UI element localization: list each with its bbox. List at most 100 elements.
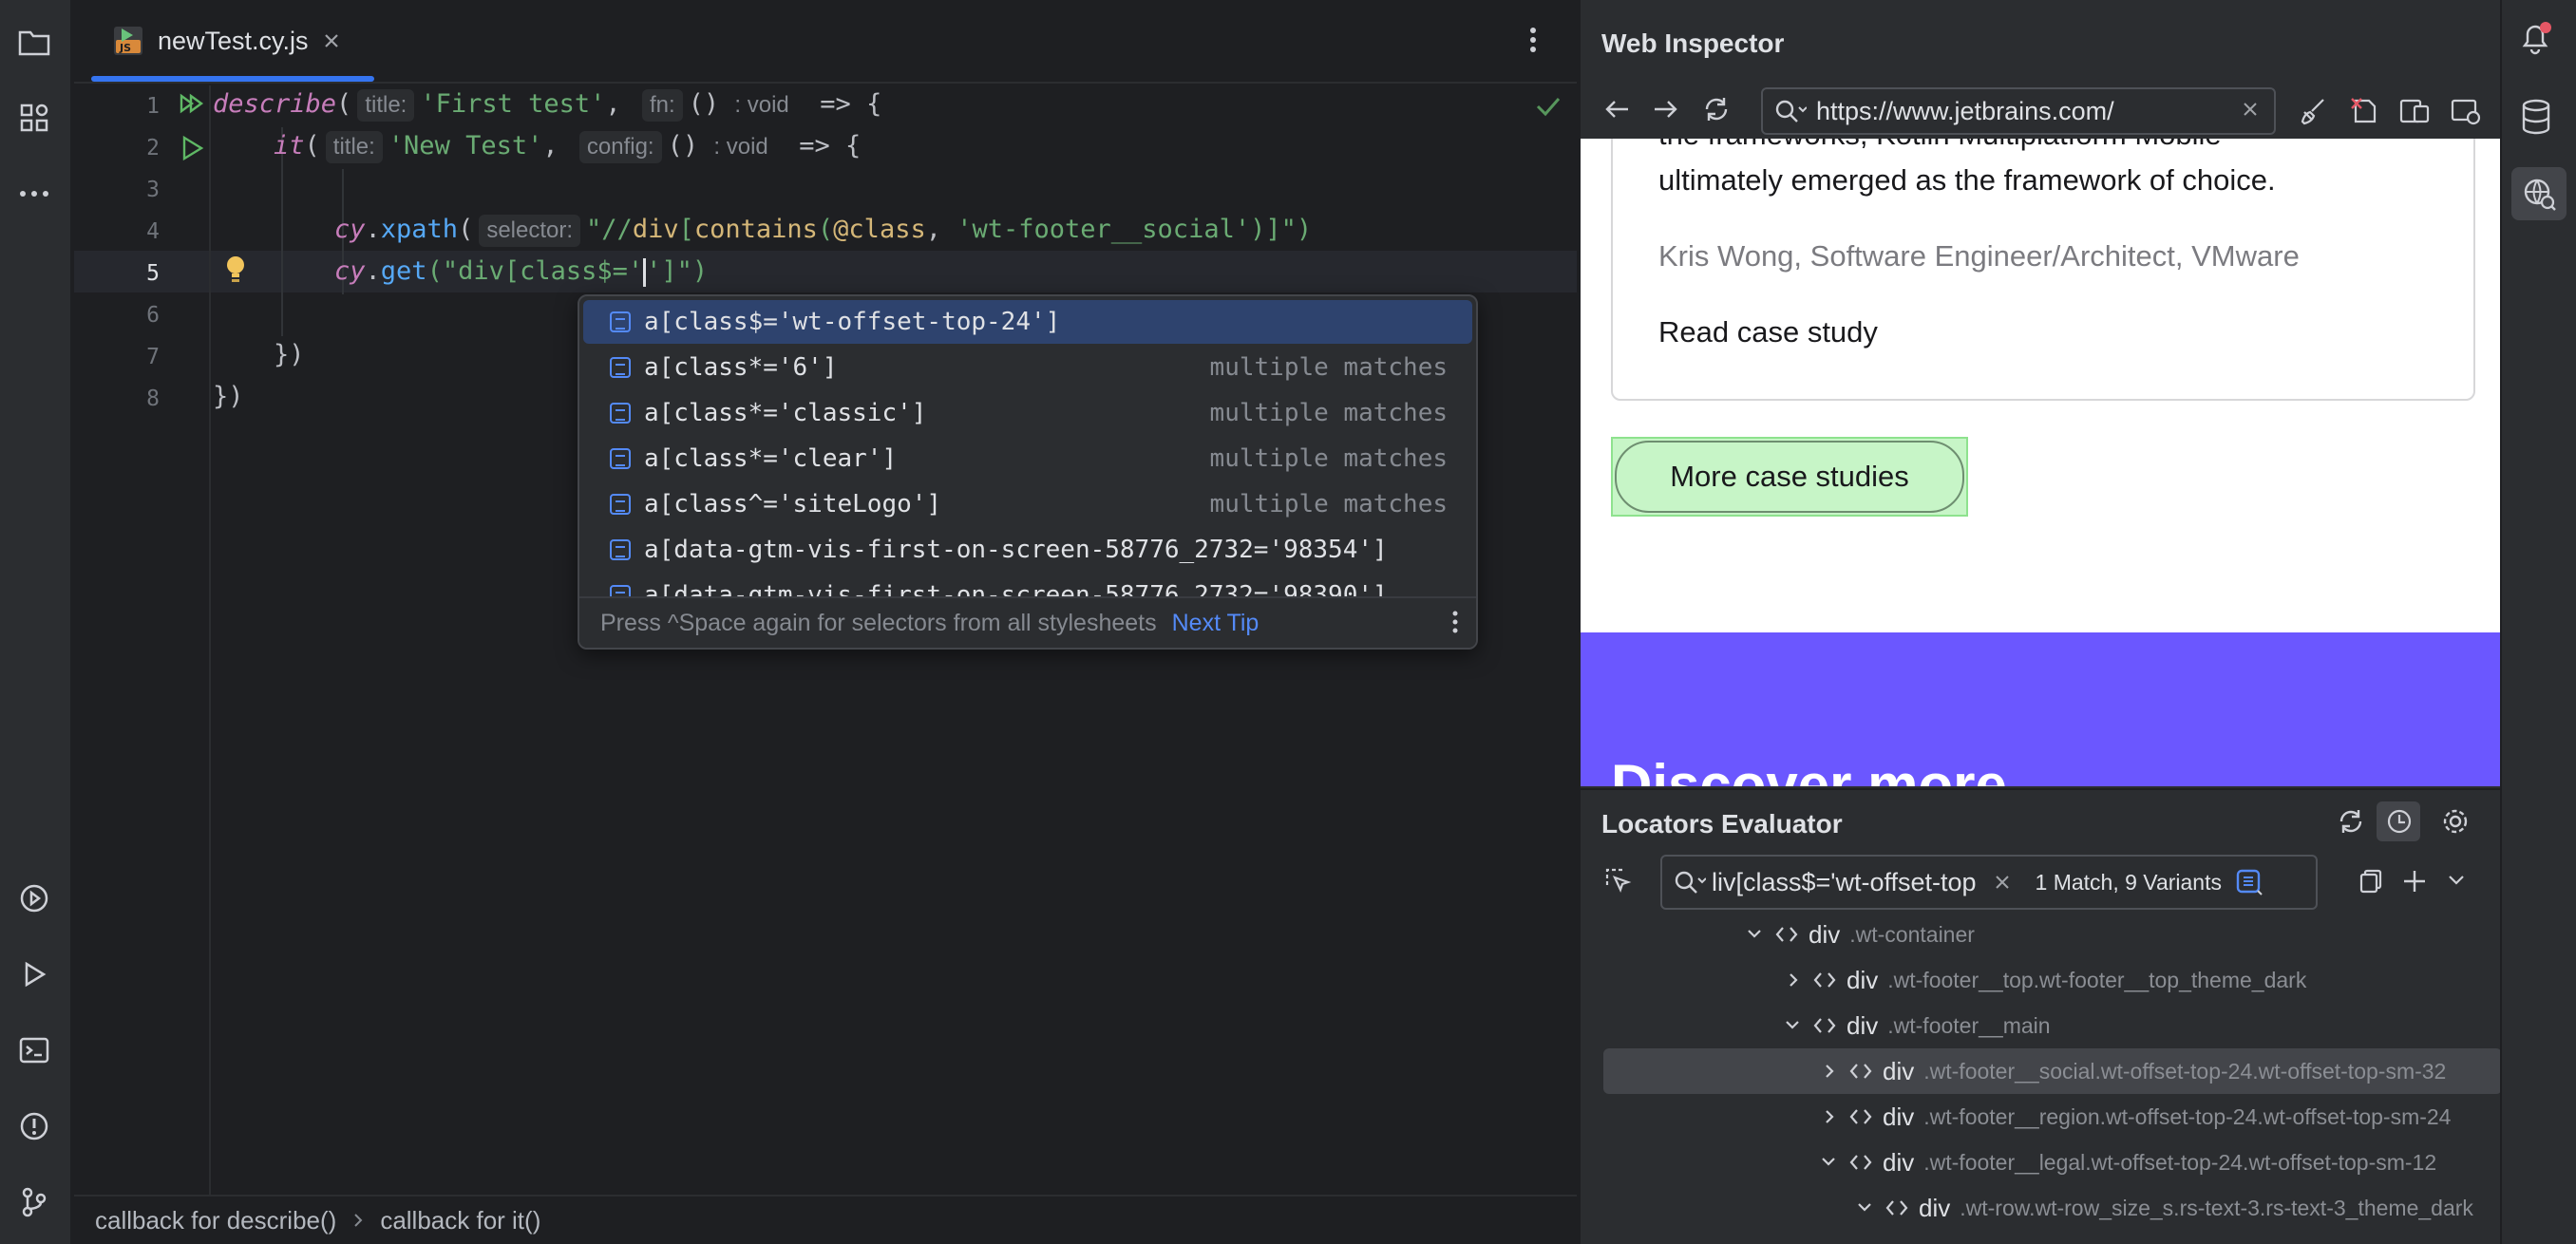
completion-item[interactable]: a[data-gtm-vis-first-on-screen-58776_273…	[583, 528, 1472, 572]
chevron-right-icon	[353, 1213, 363, 1228]
structure-icon[interactable]	[9, 93, 59, 142]
chevron-down-icon[interactable]	[1784, 1019, 1801, 1032]
web-page-preview[interactable]: the frameworks, Kotlin Multiplatform Mob…	[1581, 139, 2502, 786]
chevron-down-icon[interactable]	[1856, 1201, 1873, 1215]
terminal-icon[interactable]	[9, 1026, 59, 1075]
tree-node[interactable]: div .wt-footer__legal.wt-offset-top-24.wt…	[1603, 1140, 2502, 1185]
chevron-down-icon[interactable]	[1820, 1156, 1837, 1169]
refresh-locators-icon[interactable]	[2337, 807, 2365, 836]
locator-query-text[interactable]: liv[class$='wt-offset-top	[1712, 868, 1977, 897]
add-icon[interactable]	[2401, 868, 2428, 895]
discover-banner: Discover more	[1581, 632, 2502, 786]
chevron-right-icon[interactable]	[1788, 971, 1801, 989]
run-test-icon[interactable]	[180, 135, 205, 161]
completion-item[interactable]: a[class*='6'] multiple matches	[583, 346, 1472, 389]
breadcrumb-item[interactable]: callback for describe()	[95, 1206, 336, 1235]
editor-tab-bar: JS newTest.cy.js	[74, 0, 1577, 84]
forward-icon[interactable]	[1653, 99, 1679, 120]
token: (	[336, 89, 352, 119]
project-folder-icon[interactable]	[9, 17, 59, 66]
code-editor[interactable]: JS newTest.cy.js 1 2 3 4 5 6 7 8 describ…	[74, 0, 1577, 1244]
locator-settings-icon[interactable]	[2441, 807, 2470, 836]
back-icon[interactable]	[1603, 99, 1630, 120]
completion-item[interactable]: a[class*='classic'] multiple matches	[583, 391, 1472, 435]
inspector-settings-icon[interactable]	[2451, 97, 2481, 125]
tree-node[interactable]: div .wt-footer__region.wt-offset-top-24.w…	[1603, 1094, 2502, 1140]
token: cy	[334, 256, 366, 286]
pick-element-icon[interactable]	[1603, 866, 1632, 895]
run-icon[interactable]	[9, 950, 59, 999]
clean-icon[interactable]	[2299, 97, 2327, 125]
node-tag: div	[1919, 1193, 1951, 1222]
chevron-down-icon[interactable]	[1746, 928, 1763, 941]
copy-icon[interactable]	[2358, 868, 2384, 895]
tab-newtest[interactable]: JS newTest.cy.js	[91, 0, 362, 82]
completion-item[interactable]: a[class$='wt-offset-top-24']	[583, 300, 1472, 344]
problems-icon[interactable]	[9, 1102, 59, 1151]
tree-node[interactable]: div .wt-row.wt-row_size_s.rs-text-3.rs-te…	[1603, 1185, 2502, 1231]
more-case-studies-button[interactable]: More case studies	[1615, 441, 1964, 513]
chevron-right-icon[interactable]	[1824, 1063, 1837, 1080]
completion-item[interactable]: a[class^='siteLogo'] multiple matches	[583, 482, 1472, 526]
services-icon[interactable]	[9, 874, 59, 923]
database-icon[interactable]	[2519, 99, 2553, 135]
code-line-8[interactable]: })	[213, 376, 244, 418]
read-case-study-link[interactable]: Read case study	[1658, 315, 1878, 349]
reload-icon[interactable]	[1702, 95, 1731, 123]
cypress-file-icon: JS	[112, 25, 144, 57]
chevron-down-icon[interactable]	[2447, 874, 2466, 887]
breadcrumb-item[interactable]: callback for it()	[380, 1206, 540, 1235]
url-bar[interactable]: https://www.jetbrains.com/	[1761, 87, 2276, 135]
token: => {	[799, 131, 862, 160]
close-tab-icon[interactable]	[322, 31, 341, 50]
git-icon[interactable]	[9, 1178, 59, 1227]
clear-url-icon[interactable]	[2242, 101, 2259, 118]
line-number: 3	[146, 178, 160, 202]
completion-item[interactable]: a[class*='clear'] multiple matches	[583, 437, 1472, 481]
completion-item-text: a[class*='6']	[644, 353, 838, 382]
web-inspector-icon[interactable]	[2511, 167, 2567, 220]
tree-node[interactable]: div .wt-container	[1603, 912, 2502, 957]
completion-options-icon[interactable]	[1451, 610, 1459, 634]
code-line-2[interactable]: it(title: 'New Test', config:() : void =>…	[274, 125, 861, 167]
css-selector-type-icon[interactable]	[2235, 868, 2263, 896]
inspection-ok-icon[interactable]	[1535, 95, 1562, 118]
token: [	[678, 215, 694, 244]
code-line-1[interactable]: describe(title: 'First test', fn:() : voi…	[213, 84, 881, 125]
device-mode-icon[interactable]	[2399, 97, 2430, 125]
notifications-icon[interactable]	[2517, 19, 2555, 57]
token: ,	[542, 131, 559, 160]
css-selector-icon	[610, 357, 631, 378]
more-tools-icon[interactable]	[9, 169, 59, 218]
line-number: 2	[146, 136, 160, 160]
url-text[interactable]: https://www.jetbrains.com/	[1816, 97, 2114, 126]
locator-search-field[interactable]: liv[class$='wt-offset-top 1 Match, 9 Var…	[1660, 855, 2318, 910]
chevron-right-icon[interactable]	[1824, 1108, 1837, 1125]
line-number: 4	[146, 219, 160, 244]
code-line-4[interactable]: cy.xpath(selector: "//div[contains(@class…	[334, 209, 1312, 251]
left-tool-window-bar	[0, 0, 72, 1244]
token: xpath	[380, 215, 459, 244]
locators-evaluator-header: Locators Evaluator	[1581, 788, 2502, 855]
token: ()	[667, 131, 699, 160]
run-all-tests-icon[interactable]	[179, 93, 207, 120]
html-tag-icon	[1848, 1153, 1873, 1172]
completion-popup[interactable]: a[class$='wt-offset-top-24'] a[class*='6…	[578, 294, 1478, 650]
parameter-hint: fn:	[641, 88, 683, 122]
next-tip-link[interactable]: Next Tip	[1172, 610, 1260, 637]
history-icon[interactable]	[2377, 801, 2420, 841]
intention-bulb-icon[interactable]	[224, 254, 247, 285]
tree-node[interactable]: div .wt-footer__top.wt-footer__top_theme_…	[1603, 957, 2502, 1003]
html-tag-icon	[1774, 925, 1799, 944]
code-line-7[interactable]: })	[274, 334, 305, 376]
clear-query-icon[interactable]	[1994, 874, 2011, 891]
code-line-5[interactable]: cy.get("div[class$=' ']")	[334, 251, 708, 292]
token: ,	[925, 215, 957, 244]
editor-more-icon[interactable]	[1514, 21, 1552, 59]
close-page-icon[interactable]	[2350, 97, 2378, 125]
tree-node-selected[interactable]: div .wt-footer__social.wt-offset-top-24.w…	[1603, 1048, 2502, 1094]
completion-item-text: a[class*='clear']	[644, 444, 898, 473]
completion-item-hint: multiple matches	[1209, 353, 1448, 382]
tree-node[interactable]: div .wt-footer__main	[1603, 1003, 2502, 1048]
html-tag-icon	[1848, 1062, 1873, 1081]
